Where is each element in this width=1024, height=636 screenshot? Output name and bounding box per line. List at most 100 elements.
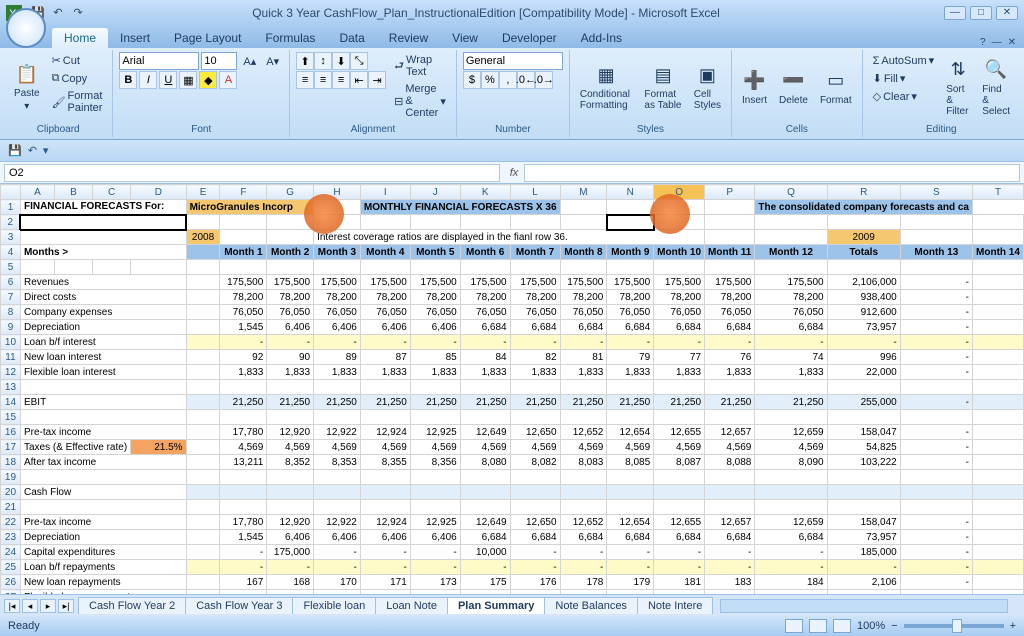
cell[interactable]: 255,000	[827, 395, 900, 410]
cell[interactable]	[973, 215, 1024, 230]
cell[interactable]	[827, 380, 900, 395]
row-header[interactable]: 6	[1, 275, 21, 290]
cell[interactable]: -	[220, 335, 267, 350]
cell[interactable]	[20, 230, 186, 245]
cell[interactable]: -	[410, 560, 460, 575]
cell[interactable]	[220, 215, 267, 230]
cell[interactable]	[654, 200, 705, 215]
cell[interactable]	[827, 215, 900, 230]
col-header[interactable]: N	[607, 185, 654, 200]
cell[interactable]: 175,500	[705, 275, 755, 290]
cell[interactable]: 175,500	[314, 275, 361, 290]
cell[interactable]: 6,406	[360, 320, 410, 335]
cell[interactable]: New loan repayments	[20, 575, 186, 590]
formula-input[interactable]	[524, 164, 1020, 182]
cell[interactable]: 6,684	[510, 530, 560, 545]
font-color-button[interactable]: A	[219, 71, 237, 89]
cell[interactable]: 158,047	[827, 425, 900, 440]
cell[interactable]: Month 5	[410, 245, 460, 260]
cell[interactable]: 2009	[827, 230, 900, 245]
cell[interactable]: 76,050	[654, 305, 705, 320]
cell[interactable]: MicroGranules Incorp	[186, 200, 313, 215]
cell[interactable]: -	[900, 365, 972, 380]
cell[interactable]: Flexible loan repayments	[20, 590, 186, 595]
cell[interactable]: Taxes (& Effective rate)	[20, 440, 130, 455]
col-header[interactable]: T	[973, 185, 1024, 200]
col-header[interactable]: P	[705, 185, 755, 200]
col-header[interactable]: C	[93, 185, 131, 200]
cell[interactable]: Month 12	[755, 245, 827, 260]
row-header[interactable]: 13	[1, 380, 21, 395]
cell[interactable]	[973, 455, 1024, 470]
cell[interactable]	[360, 410, 410, 425]
cell[interactable]	[973, 305, 1024, 320]
cell[interactable]	[186, 440, 220, 455]
undo-icon[interactable]: ↶	[50, 4, 66, 20]
cell[interactable]	[186, 365, 220, 380]
cell[interactable]	[973, 350, 1024, 365]
ribbon-minimize-icon[interactable]: —	[992, 37, 1002, 48]
cell[interactable]	[410, 410, 460, 425]
cell[interactable]: Loan b/f interest	[20, 335, 186, 350]
cell[interactable]	[20, 470, 186, 485]
cell[interactable]	[973, 575, 1024, 590]
cell[interactable]	[560, 500, 607, 515]
increase-decimal-icon[interactable]: .0←	[517, 71, 535, 89]
cell[interactable]	[607, 215, 654, 230]
cell[interactable]	[267, 500, 314, 515]
cell[interactable]	[460, 470, 510, 485]
cell[interactable]: 76,050	[360, 305, 410, 320]
cell[interactable]	[607, 470, 654, 485]
cell[interactable]	[186, 410, 220, 425]
cell[interactable]	[93, 260, 131, 275]
view-normal-icon[interactable]	[785, 619, 803, 633]
align-top-icon[interactable]: ⬆	[296, 52, 314, 70]
worksheet-tab[interactable]: Cash Flow Year 3	[185, 597, 293, 614]
cell[interactable]	[654, 380, 705, 395]
ribbon-tab-data[interactable]: Data	[327, 28, 376, 48]
cell[interactable]: 175,500	[607, 275, 654, 290]
cell[interactable]: -	[900, 455, 972, 470]
cell[interactable]: 21,250	[705, 395, 755, 410]
cell[interactable]: Month 13	[900, 245, 972, 260]
cell[interactable]: 92	[220, 350, 267, 365]
cell[interactable]: 77	[654, 350, 705, 365]
cell[interactable]: -	[654, 545, 705, 560]
cell[interactable]: Month 7	[510, 245, 560, 260]
view-pagebreak-icon[interactable]	[833, 619, 851, 633]
col-header[interactable]: M	[560, 185, 607, 200]
cell[interactable]: 12,655	[654, 515, 705, 530]
cell[interactable]	[360, 470, 410, 485]
row-header[interactable]: 15	[1, 410, 21, 425]
cell[interactable]: 6,684	[654, 530, 705, 545]
cell[interactable]: 78,200	[410, 290, 460, 305]
cell[interactable]: 8,085	[607, 455, 654, 470]
col-header[interactable]: J	[410, 185, 460, 200]
cell[interactable]	[360, 215, 410, 230]
cell[interactable]: 1,833	[607, 365, 654, 380]
cell[interactable]	[186, 560, 220, 575]
cell[interactable]: Month 11	[705, 245, 755, 260]
italic-button[interactable]: I	[139, 71, 157, 89]
cell[interactable]: Company expenses	[20, 305, 186, 320]
row-header[interactable]: 14	[1, 395, 21, 410]
cell[interactable]: 4,569	[607, 440, 654, 455]
cell[interactable]	[186, 590, 220, 595]
cell[interactable]	[827, 260, 900, 275]
cell[interactable]	[220, 485, 267, 500]
cell[interactable]: 54,825	[827, 440, 900, 455]
cell[interactable]	[900, 215, 972, 230]
cell[interactable]: 90	[267, 350, 314, 365]
cell[interactable]: 6,406	[267, 320, 314, 335]
cell[interactable]: Month 1	[220, 245, 267, 260]
cell[interactable]	[607, 410, 654, 425]
cell[interactable]: Month 4	[360, 245, 410, 260]
cell[interactable]	[460, 215, 510, 230]
clear-button[interactable]: ◇ Clear ▾	[869, 88, 939, 105]
cell[interactable]	[973, 530, 1024, 545]
bold-button[interactable]: B	[119, 71, 137, 89]
underline-button[interactable]: U	[159, 71, 177, 89]
cell[interactable]	[510, 380, 560, 395]
cell[interactable]: Pre-tax income	[20, 425, 186, 440]
cell[interactable]: 76,050	[314, 305, 361, 320]
